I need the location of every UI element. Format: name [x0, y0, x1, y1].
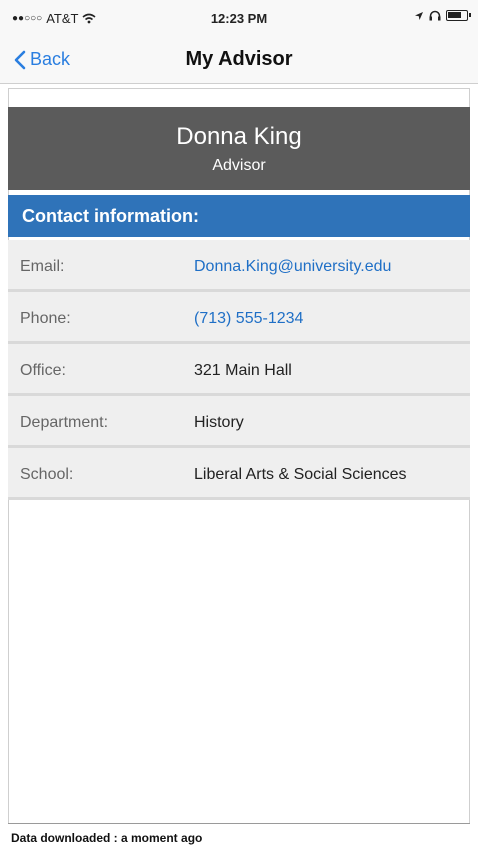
page-title: My Advisor [185, 48, 293, 70]
contact-row-department: Department: History [8, 396, 470, 448]
contact-label: Phone: [20, 310, 71, 327]
department-value: History [194, 414, 244, 431]
contact-label: Email: [20, 258, 65, 275]
email-link[interactable]: Donna.King@university.edu [194, 258, 391, 276]
status-bar: ●●○○○ AT&T 12:23 PM [0, 0, 478, 34]
phone-link[interactable]: (713) 555-1234 [194, 310, 303, 328]
advisor-name: Donna King [176, 123, 302, 150]
advisor-role: Advisor [212, 157, 266, 174]
contact-list: Email: Donna.King@university.edu Phone: … [8, 240, 470, 500]
contact-row-phone: Phone: (713) 555-1234 [8, 292, 470, 344]
advisor-header: Donna King Advisor [8, 107, 470, 190]
headphones-icon [429, 10, 441, 21]
data-downloaded-status: Data downloaded : a moment ago [8, 823, 470, 851]
contact-row-email: Email: Donna.King@university.edu [8, 240, 470, 292]
contact-label: Department: [20, 414, 109, 431]
contact-row-school: School: Liberal Arts & Social Sciences [8, 448, 470, 500]
status-right [414, 10, 471, 21]
contact-label: Office: [20, 362, 66, 379]
nav-bar: Back My Advisor [0, 34, 478, 84]
contact-label: School: [20, 466, 74, 483]
contact-heading: Contact information: [8, 195, 470, 237]
contact-row-office: Office: 321 Main Hall [8, 344, 470, 396]
battery-icon [446, 10, 471, 21]
status-time: 12:23 PM [210, 11, 268, 26]
school-value: Liberal Arts & Social Sciences [194, 466, 407, 483]
location-arrow-icon [415, 11, 423, 20]
office-value: 321 Main Hall [194, 362, 292, 379]
